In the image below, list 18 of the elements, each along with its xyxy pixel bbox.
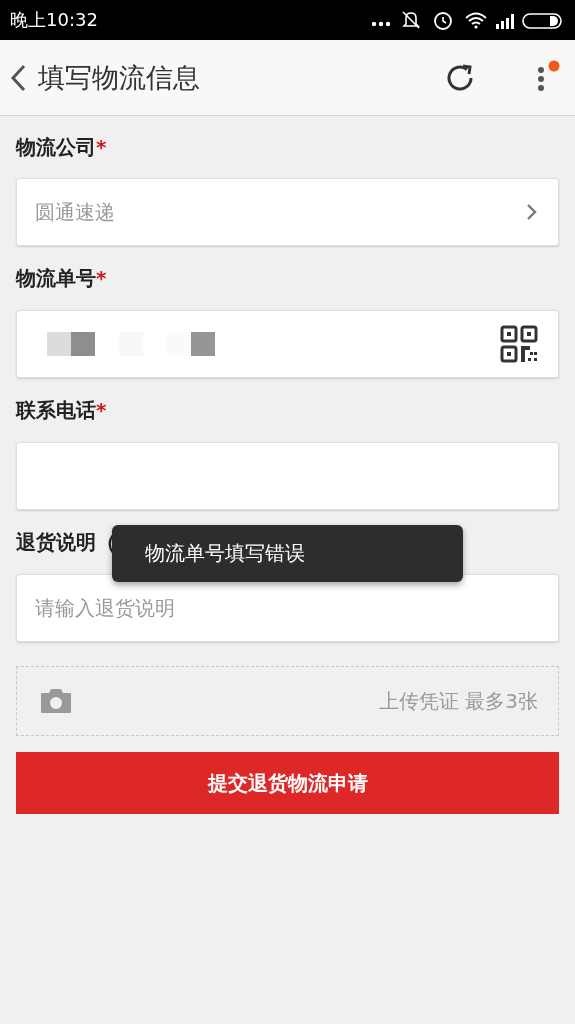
field-label: 物流单号* xyxy=(16,264,107,292)
select-value: 圆通速递 xyxy=(35,198,115,226)
error-toast: 物流单号填写错误 xyxy=(112,525,463,582)
page-title: 填写物流信息 xyxy=(38,60,201,95)
submit-button[interactable]: 提交退货物流申请 xyxy=(16,752,559,814)
status-time: 晚上10:32 xyxy=(10,8,98,32)
input-field[interactable] xyxy=(16,310,559,378)
camera-icon xyxy=(40,688,72,714)
qr-code-icon[interactable] xyxy=(500,325,538,363)
upload-hint: 上传凭证 最多3张 xyxy=(378,687,538,715)
back-icon[interactable] xyxy=(10,63,26,92)
field-label: 物流公司* xyxy=(16,133,107,161)
field-label: 联系电话* xyxy=(16,396,107,424)
select-field[interactable]: 圆通速递 xyxy=(16,178,559,246)
input-field[interactable]: 请输入退货说明 xyxy=(16,574,559,642)
input-field[interactable] xyxy=(16,442,559,510)
chevron-right-icon xyxy=(526,203,538,221)
upload-area[interactable]: 上传凭证 最多3张 xyxy=(16,666,559,736)
